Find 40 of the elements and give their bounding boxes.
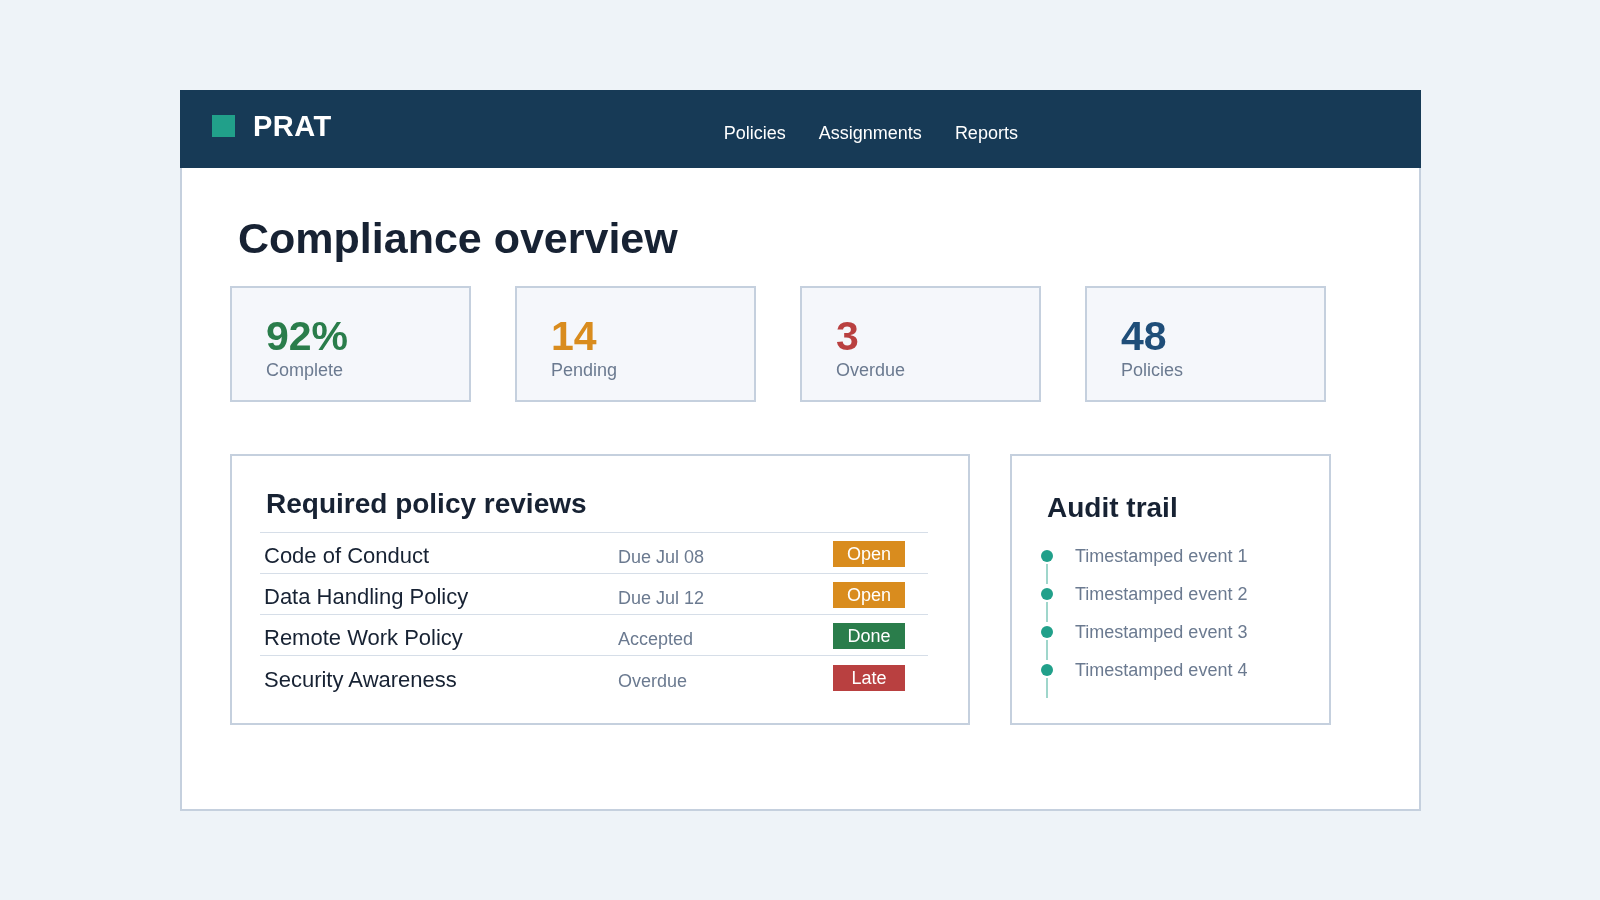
timeline-dot-icon xyxy=(1041,626,1053,638)
timeline-dot-icon xyxy=(1041,588,1053,600)
stat-label: Policies xyxy=(1121,359,1184,381)
review-detail: Overdue xyxy=(618,670,689,693)
stat-value: 14 xyxy=(551,314,597,358)
panel-title: Audit trail xyxy=(1047,491,1178,525)
review-detail: Accepted xyxy=(618,628,695,651)
stat-value: 92% xyxy=(266,314,349,358)
panel-title: Required policy reviews xyxy=(266,487,587,521)
policy-name: Remote Work Policy xyxy=(264,625,464,651)
policy-name: Code of Conduct xyxy=(264,543,431,569)
page-title: Compliance overview xyxy=(238,213,678,264)
timeline-dot-icon xyxy=(1041,550,1053,562)
nav-link[interactable]: Policies xyxy=(723,122,786,144)
timeline-line xyxy=(1046,564,1048,584)
review-detail: Due Jul 12 xyxy=(618,587,706,610)
timeline-line xyxy=(1046,678,1048,698)
status-tag: Late xyxy=(833,665,905,691)
brand-name: PRAT xyxy=(253,109,332,143)
timeline-line xyxy=(1046,640,1048,660)
status-tag: Open xyxy=(833,541,905,567)
audit-event: Timestamped event 2 xyxy=(1075,584,1248,604)
nav-link[interactable]: Reports xyxy=(954,122,1018,144)
stat-value: 3 xyxy=(836,314,859,358)
policy-name: Security Awareness xyxy=(264,667,458,693)
audit-event: Timestamped event 1 xyxy=(1075,546,1248,566)
square-logo-icon xyxy=(212,115,235,137)
stat-label: Overdue xyxy=(836,359,906,381)
status-tag: Done xyxy=(833,623,905,649)
stat-label: Pending xyxy=(551,359,618,381)
timeline-dot-icon xyxy=(1041,664,1053,676)
stat-value: 48 xyxy=(1121,314,1167,358)
timeline-line xyxy=(1046,602,1048,622)
stat-label: Complete xyxy=(266,359,344,381)
audit-event: Timestamped event 4 xyxy=(1075,660,1248,680)
nav-link[interactable]: Assignments xyxy=(818,122,922,144)
status-tag: Open xyxy=(833,582,905,608)
audit-event: Timestamped event 3 xyxy=(1075,622,1248,642)
policy-name: Data Handling Policy xyxy=(264,584,470,610)
review-detail: Due Jul 08 xyxy=(618,546,706,569)
